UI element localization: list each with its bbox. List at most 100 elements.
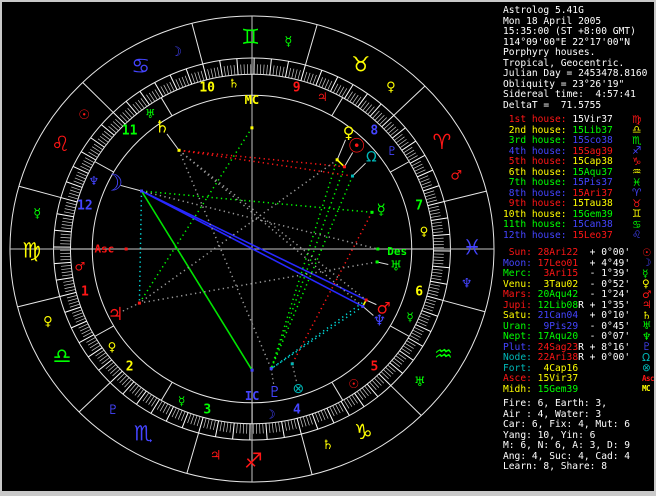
degree-tick	[302, 416, 307, 427]
degree-tick	[383, 369, 392, 377]
degree-tick	[64, 208, 75, 212]
degree-tick	[299, 417, 304, 428]
degree-tick	[426, 196, 437, 201]
wheel-planet-mercury-icon: ☿	[377, 200, 386, 218]
wheel-house-3-ruler-icon: ☿	[178, 394, 185, 408]
wheel-sign-aquarius-icon: ♒	[434, 342, 453, 366]
degree-tick	[281, 66, 285, 77]
degree-tick	[271, 422, 274, 433]
degree-tick	[202, 63, 208, 80]
degree-tick	[56, 213, 74, 218]
wheel-house-number-4: 4	[293, 402, 301, 417]
degree-tick	[219, 60, 223, 77]
dot-sun	[342, 165, 346, 169]
wheel-planet-jupiter-icon: ♃	[108, 304, 124, 325]
wheel-planet-moon-icon: ☽	[103, 170, 124, 196]
degree-tick	[287, 420, 291, 431]
dot-moon	[140, 189, 144, 193]
degree-tick	[425, 298, 436, 303]
wheel-planet-mc-icon: MC	[245, 93, 259, 107]
degree-tick	[63, 211, 75, 215]
degree-tick	[64, 306, 81, 313]
degree-tick	[175, 79, 181, 89]
degree-tick	[64, 286, 75, 289]
wheel-house-7-ruler-icon: ♀	[420, 225, 429, 239]
wheel-sign-libra-icon: ♎	[53, 344, 72, 368]
degree-tick	[330, 76, 339, 92]
degree-tick	[429, 283, 441, 287]
degree-tick	[87, 347, 103, 358]
degree-tick	[421, 310, 438, 317]
degree-tick	[71, 186, 82, 191]
wheel-planet-venus-icon: ♀	[343, 123, 355, 142]
degree-tick	[430, 280, 448, 285]
astrolog-window: ♈ ♂ ♉ ♀ ♊ ☿ ♋ ☽ ♌ ☉ ♍ ☿ ♎ ♀ ♏ ♇ ♐ ♃ ♑ ♄ ♒ ♅ ♓ ♆ 1 ♂ 2 ♀ 3 ☿ 4 ☽ 5 ☉ 6 ☿ 7 ♀ 8 ♇…	[0, 0, 656, 496]
wheel-sign-taurus-icon: ♉	[351, 53, 370, 77]
wheel-sign-leo-ruler-icon: ☉	[78, 108, 90, 123]
chart-info-block: Astrolog 5.41G Mon 18 April 2005 15:35:00 …	[503, 5, 654, 111]
degree-tick	[431, 224, 443, 227]
wheel-planet-fortune-icon: ⊗	[292, 381, 304, 397]
wheel-sign-capricorn-icon: ♑	[354, 420, 373, 444]
degree-tick	[417, 169, 433, 178]
wheel-planet-ic-icon: IC	[245, 389, 259, 403]
degree-tick	[136, 390, 147, 405]
aspect-line-mars-pluto	[270, 299, 367, 370]
degree-tick	[154, 82, 164, 97]
degree-tick	[73, 312, 84, 317]
dot-fortune	[290, 362, 294, 366]
degree-tick	[150, 399, 160, 414]
wheel-sign-pisces-ruler-icon: ♆	[461, 277, 473, 292]
wheel-sign-scorpio-icon: ♏	[134, 421, 153, 445]
sign-boundary	[78, 382, 111, 413]
wheel-house-number-7: 7	[415, 198, 423, 213]
degree-tick	[174, 408, 180, 419]
degree-tick	[278, 421, 281, 432]
degree-tick	[424, 190, 435, 195]
degree-tick	[71, 320, 87, 329]
degree-tick	[317, 411, 323, 422]
degree-tick	[232, 422, 235, 440]
degree-tick	[296, 418, 302, 435]
degree-tick	[429, 212, 441, 215]
house-cusp-table: 1st house: 15Vir37 ♍ 2nd house: 15Lib37 ♎ …	[503, 114, 654, 242]
degree-tick	[308, 414, 313, 425]
degree-tick	[315, 69, 323, 86]
degree-tick	[63, 280, 74, 283]
degree-tick	[54, 229, 72, 233]
degree-tick	[420, 313, 431, 318]
wheel-sign-aquarius-ruler-icon: ♅	[414, 375, 426, 390]
degree-tick	[401, 140, 417, 151]
degree-tick	[288, 67, 291, 78]
degree-tick	[62, 217, 74, 221]
leader-pluto	[270, 368, 275, 384]
wheel-sign-cancer-icon: ♋	[131, 54, 150, 78]
degree-tick	[272, 65, 275, 76]
wheel-planet-saturn-icon: ♄	[155, 118, 170, 138]
degree-tick	[222, 421, 226, 432]
wheel-house-number-11: 11	[122, 124, 138, 139]
degree-tick	[354, 392, 365, 407]
degree-tick	[407, 337, 424, 347]
degree-tick	[181, 76, 187, 87]
dot-saturn	[177, 148, 181, 152]
degree-tick	[74, 315, 85, 320]
degree-tick	[269, 58, 272, 76]
degree-tick	[66, 181, 83, 188]
degree-tick	[290, 419, 294, 430]
degree-tick	[376, 114, 385, 123]
sign-boundary	[18, 185, 62, 199]
wheel-house-number-12: 12	[77, 198, 93, 213]
wheel-house-12-ruler-icon: ♆	[89, 174, 100, 188]
degree-tick	[219, 421, 223, 432]
degree-tick	[56, 276, 74, 281]
degree-tick	[425, 193, 436, 198]
degree-tick	[178, 78, 184, 88]
degree-tick	[169, 74, 178, 91]
degree-tick	[62, 220, 73, 224]
degree-tick	[200, 70, 205, 81]
wheel-house-number-1: 1	[81, 285, 89, 300]
degree-tick	[357, 93, 368, 108]
degree-tick	[71, 309, 82, 314]
aspect-line-moon-jupiter	[138, 190, 143, 304]
